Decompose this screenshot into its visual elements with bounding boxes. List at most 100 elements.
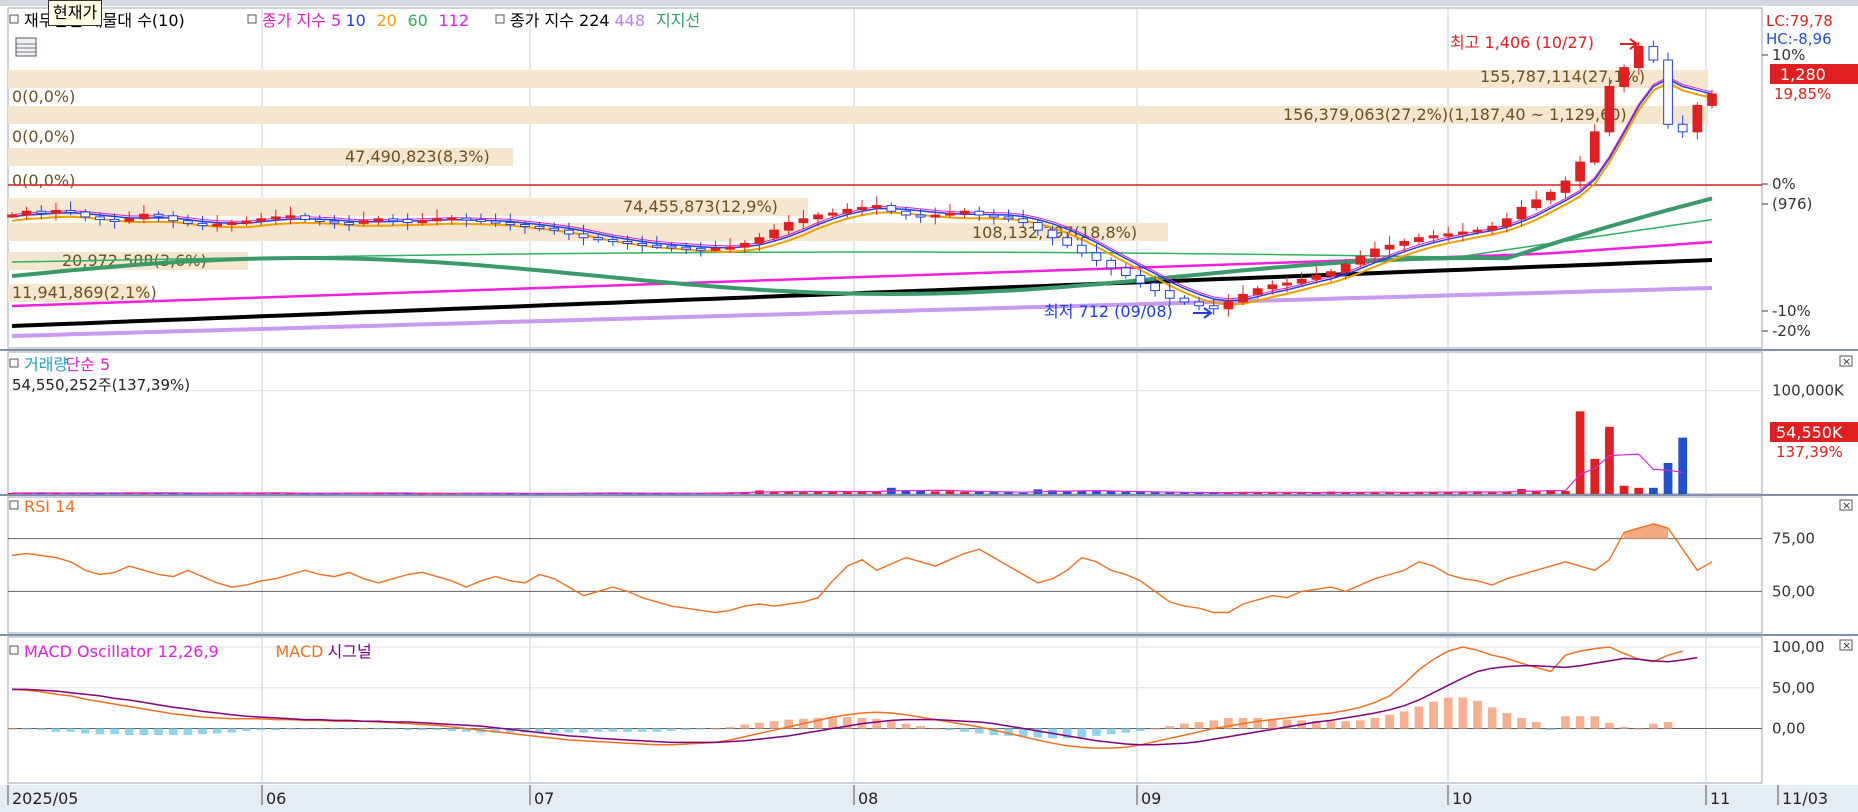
macd-oscillator-bar	[286, 728, 295, 730]
candle-body	[578, 233, 589, 239]
macd-oscillator-bar	[1370, 717, 1380, 729]
macd-oscillator-bar	[403, 728, 413, 731]
macd-oscillator-bar	[725, 726, 735, 729]
ma-legend-bullet	[247, 14, 257, 24]
candle-body	[1355, 256, 1366, 265]
date-label: 06	[266, 789, 286, 808]
candle-body	[446, 217, 457, 221]
candle-body	[534, 225, 545, 229]
candle-body	[212, 223, 223, 227]
candle-body	[1619, 67, 1629, 87]
candle-body	[1692, 104, 1703, 133]
candle-body	[124, 218, 135, 222]
candle-body	[1575, 161, 1585, 182]
macd-oscillator-bar	[1077, 728, 1087, 738]
candle-body	[989, 214, 999, 218]
macd-oscillator-bar	[95, 728, 105, 735]
volume-bar	[1150, 492, 1160, 494]
candle-body	[1340, 263, 1351, 273]
volume-bar	[872, 491, 882, 494]
volume-bar	[989, 492, 999, 494]
candle-body	[1076, 244, 1087, 254]
candle-body	[36, 210, 47, 214]
macd-oscillator-bar	[1106, 728, 1116, 735]
price-tick-label: 0%	[1772, 175, 1796, 193]
candle-body	[710, 247, 721, 251]
macd-oscillator-bar	[1399, 711, 1409, 729]
volume-bar	[930, 491, 940, 494]
candle-body	[109, 219, 120, 223]
candle-body	[930, 214, 941, 218]
candle-body	[1531, 199, 1541, 208]
volume-bar	[1370, 492, 1380, 494]
volume-bar	[1663, 463, 1673, 494]
volume-bar	[1106, 491, 1116, 494]
macd-oscillator-bar	[1605, 722, 1614, 729]
candle-body	[725, 246, 735, 250]
macd-tick-label: 100,00	[1772, 638, 1825, 656]
candle-body	[1487, 225, 1498, 231]
macd-oscillator-bar	[110, 728, 119, 735]
macd-oscillator-bar	[1546, 728, 1556, 731]
macd-oscillator-bar	[417, 728, 427, 731]
volume-profile-label: 0(0,0%)	[12, 87, 75, 106]
macd-oscillator-bar	[256, 728, 266, 731]
macd-tick-label: 0,00	[1772, 720, 1805, 738]
macd-oscillator-bar	[755, 722, 764, 729]
macd-oscillator-bar	[359, 728, 369, 730]
candle-body	[783, 222, 794, 231]
macd-oscillator-bar	[1531, 722, 1541, 729]
long-ma-legend-item: 지지선	[656, 11, 700, 30]
candle-body	[1501, 218, 1512, 227]
candle-body	[769, 229, 779, 239]
candle-body	[1252, 288, 1263, 295]
candle-body	[1560, 180, 1571, 193]
candle-body	[637, 242, 648, 246]
candle-body	[1164, 290, 1175, 299]
macd-oscillator-bar	[432, 728, 442, 731]
table-icon	[15, 37, 37, 57]
candle-body	[21, 210, 32, 216]
candle-body	[1018, 218, 1029, 224]
macd-oscillator-bar	[315, 728, 325, 730]
candle-body	[622, 240, 633, 244]
macd-oscillator-bar	[124, 728, 134, 736]
date-label: 2025/05	[12, 789, 78, 808]
candle-body	[197, 222, 208, 227]
macd-oscillator-bar	[1634, 728, 1644, 730]
date-label: 09	[1141, 789, 1161, 808]
candle-body	[945, 212, 955, 216]
candle-body	[329, 220, 340, 224]
candle-body	[1194, 301, 1204, 307]
candle-body	[1150, 282, 1160, 292]
macd-oscillator-bar	[769, 721, 779, 729]
macd-oscillator-bar	[593, 728, 603, 732]
date-label: 11	[1710, 789, 1730, 808]
candle-body	[402, 219, 413, 224]
macd-oscillator-bar	[66, 728, 75, 732]
candle-body	[505, 222, 516, 226]
volume-bar	[960, 491, 969, 494]
candle-body	[549, 227, 560, 231]
macd-oscillator-bar	[1649, 723, 1658, 729]
candle-body	[314, 219, 325, 223]
candle-body	[1135, 275, 1146, 284]
macd-oscillator-bar	[1429, 701, 1438, 729]
candle-body	[168, 215, 179, 222]
macd-oscillator-bar	[1355, 720, 1365, 729]
date-label: 07	[534, 789, 554, 808]
macd-oscillator-bar	[139, 728, 149, 736]
candle-body	[1106, 259, 1116, 269]
volume-bar	[1634, 487, 1644, 494]
price-tick-label: (976)	[1772, 195, 1812, 213]
volume-bar	[1561, 491, 1570, 494]
candle-body	[1091, 252, 1102, 261]
close-pane-icon: ×	[1842, 499, 1851, 512]
macd-oscillator-bar	[916, 726, 925, 729]
price-tick-label: -20%	[1772, 322, 1811, 340]
volume-bar	[1004, 492, 1013, 494]
macd-oscillator-bar	[901, 723, 911, 729]
stock-chart[interactable]: 0(0,0%)155,787,114(27,1%)0(0,0%)156,379,…	[0, 0, 1858, 812]
candle-body	[417, 220, 428, 224]
macd-oscillator-bar	[198, 728, 207, 735]
